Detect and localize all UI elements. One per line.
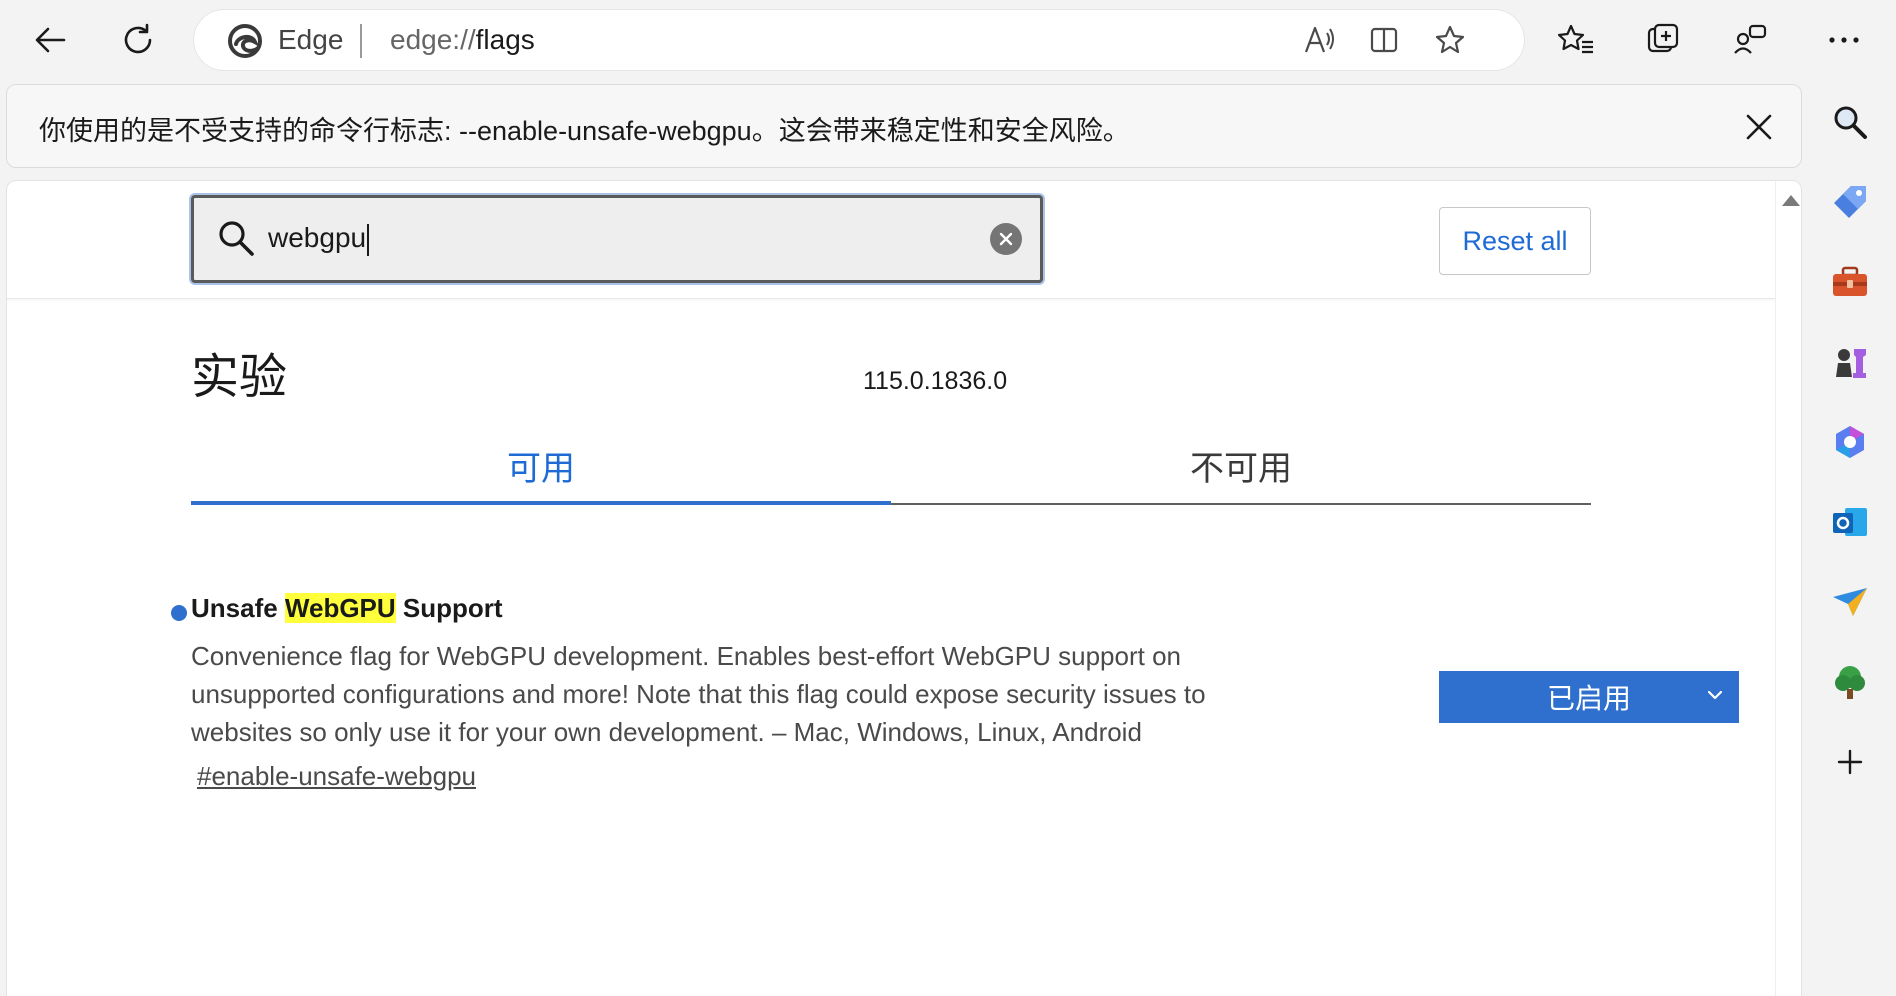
flag-anchor-link[interactable]: #enable-unsafe-webgpu	[197, 761, 476, 792]
url-scheme: edge://	[390, 24, 476, 55]
send-icon	[1833, 588, 1867, 616]
url-text[interactable]: edge://flags	[390, 24, 535, 56]
back-arrow-icon	[35, 27, 66, 53]
url-path: flags	[475, 24, 535, 55]
close-icon	[1746, 114, 1772, 140]
browser-toolbar: Edge edge://flags	[0, 0, 1896, 82]
flag-description: Convenience flag for WebGPU development.…	[191, 641, 1206, 747]
flags-page: webgpu Reset all 实验 115.0.1836.0 可用 不可用 …	[6, 180, 1802, 996]
sidebar-search-button[interactable]	[1824, 96, 1876, 148]
search-icon	[1834, 106, 1867, 139]
tab-unavailable[interactable]: 不可用	[891, 439, 1591, 503]
briefcase-icon	[1833, 266, 1867, 296]
flag-name: Unsafe WebGPU Support	[191, 593, 503, 624]
copilot-icon	[1836, 426, 1864, 458]
page-scrollbar[interactable]	[1775, 181, 1801, 996]
search-flags-input[interactable]: webgpu	[191, 195, 1043, 283]
tab-strip: 可用 不可用	[191, 439, 1591, 505]
sidebar-games-button[interactable]	[1824, 336, 1876, 388]
infobar-close-button[interactable]	[1739, 107, 1779, 147]
star-icon	[1435, 25, 1465, 54]
more-dots-icon	[1829, 37, 1859, 43]
flags-header: webgpu Reset all	[7, 181, 1777, 299]
site-identity-label[interactable]: Edge	[278, 24, 343, 56]
refresh-icon	[124, 23, 152, 54]
clear-search-button[interactable]	[990, 223, 1022, 255]
sidebar-microsoft365-button[interactable]	[1824, 416, 1876, 468]
collections-icon	[1647, 23, 1679, 53]
read-aloud-button[interactable]	[1300, 22, 1340, 58]
flag-name-prefix: Unsafe	[191, 593, 285, 623]
modified-indicator-dot	[171, 605, 187, 621]
flag-name-suffix: Support	[395, 593, 503, 623]
tag-icon	[1834, 186, 1866, 218]
sidebar-tree-button[interactable]	[1824, 656, 1876, 708]
active-tab-indicator	[191, 501, 891, 505]
profile-feedback-button[interactable]	[1722, 12, 1778, 68]
flag-name-match-highlight: WebGPU	[284, 593, 396, 623]
back-button[interactable]	[22, 12, 78, 68]
address-divider	[360, 24, 362, 58]
edge-sidebar	[1804, 82, 1896, 996]
version-number: 115.0.1836.0	[863, 367, 1008, 395]
tree-icon	[1835, 666, 1865, 699]
flag-state-value: 已启用	[1546, 683, 1631, 714]
settings-more-button[interactable]	[1816, 12, 1872, 68]
search-query-text: webgpu	[268, 222, 367, 253]
edge-logo-icon	[228, 24, 262, 58]
search-icon	[219, 221, 254, 256]
scroll-up-arrow-icon[interactable]	[1782, 195, 1800, 206]
split-screen-icon	[1370, 27, 1398, 53]
search-input-value: webgpu	[268, 222, 370, 256]
reset-all-button[interactable]: Reset all	[1439, 207, 1591, 275]
favorites-list-icon	[1558, 24, 1593, 54]
infobar-message: 你使用的是不受支持的命令行标志: --enable-unsafe-webgpu。…	[39, 116, 1130, 146]
outlook-icon	[1833, 508, 1867, 536]
chevron-down-icon	[1707, 690, 1723, 700]
sidebar-drop-button[interactable]	[1824, 576, 1876, 628]
unsupported-flag-infobar: 你使用的是不受支持的命令行标志: --enable-unsafe-webgpu。…	[6, 84, 1802, 168]
flag-state-select[interactable]: 已启用	[1439, 671, 1739, 723]
sidebar-outlook-button[interactable]	[1824, 496, 1876, 548]
people-feedback-icon	[1734, 24, 1767, 54]
address-bar[interactable]: Edge edge://flags	[194, 10, 1524, 70]
favorite-star-button[interactable]	[1430, 22, 1470, 58]
collections-button[interactable]	[1636, 12, 1692, 68]
favorites-button[interactable]	[1548, 12, 1604, 68]
clear-x-icon	[999, 232, 1013, 246]
split-screen-button[interactable]	[1364, 22, 1404, 58]
sidebar-tools-button[interactable]	[1824, 256, 1876, 308]
chess-icon	[1836, 349, 1866, 378]
read-aloud-icon	[1304, 26, 1334, 53]
sidebar-add-button[interactable]	[1824, 736, 1876, 788]
tab-available[interactable]: 可用	[191, 439, 891, 503]
refresh-button[interactable]	[110, 12, 166, 68]
text-caret	[367, 223, 370, 256]
page-title: 实验	[191, 351, 288, 404]
add-icon	[1837, 749, 1863, 775]
sidebar-shopping-button[interactable]	[1824, 176, 1876, 228]
